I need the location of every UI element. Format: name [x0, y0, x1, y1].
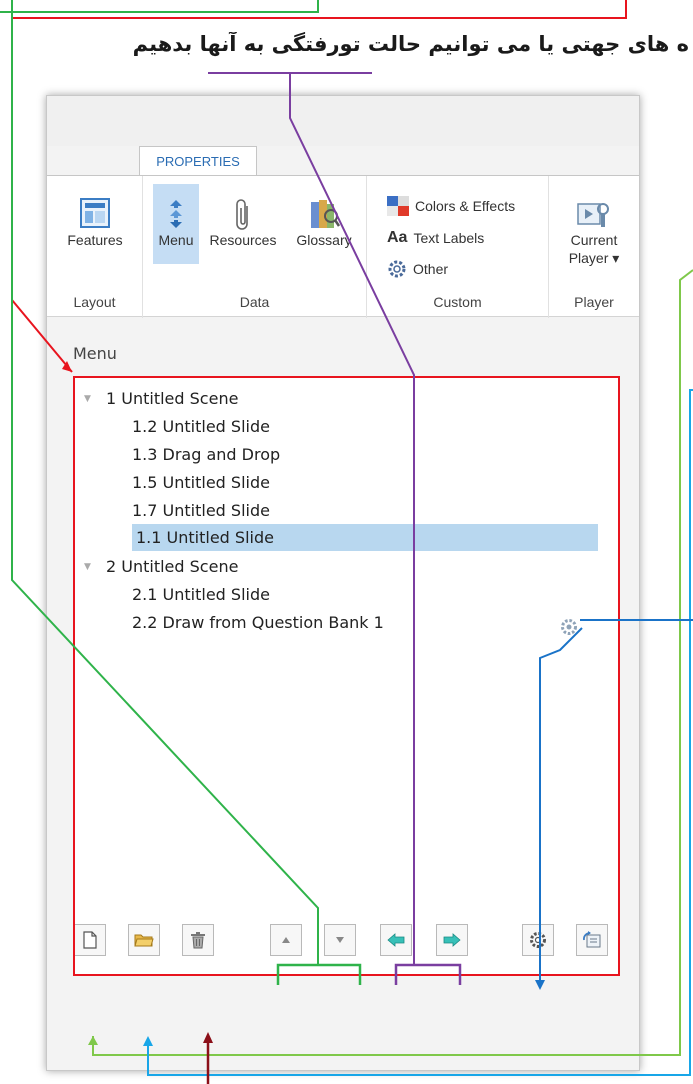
expand-triangle-icon[interactable]: ▼	[84, 562, 106, 572]
glossary-label: Glossary	[296, 232, 352, 248]
reset-icon	[583, 931, 601, 948]
tree-item-label: 2.2 Draw from Question Bank 1	[132, 613, 384, 632]
colors-effects-label: Colors & Effects	[415, 198, 516, 214]
group-label-custom: Custom	[433, 294, 482, 310]
tree-item-slide-1-3[interactable]: 1.3 Drag and Drop	[132, 441, 280, 468]
arrow-right-icon	[443, 933, 461, 947]
triangle-down-icon	[336, 937, 344, 943]
expand-triangle-icon[interactable]: ▼	[84, 394, 106, 404]
panel-header-area	[47, 96, 639, 146]
tree-item-label: 1.1 Untitled Slide	[136, 528, 274, 547]
text-labels-button[interactable]: Aa Text Labels	[387, 223, 484, 253]
text-labels-label: Text Labels	[413, 230, 485, 246]
tree-item-label: 2.1 Untitled Slide	[132, 585, 270, 604]
tree-item-label: 1.5 Untitled Slide	[132, 473, 270, 492]
outdent-button[interactable]	[380, 924, 412, 956]
reset-button[interactable]	[576, 924, 608, 956]
text-labels-icon: Aa	[387, 229, 408, 246]
glossary-button[interactable]: Glossary	[287, 184, 361, 264]
new-page-icon	[83, 931, 97, 949]
ribbon-group-layout: Features Layout	[47, 176, 143, 318]
paperclip-icon	[236, 199, 248, 230]
menu-icon	[170, 200, 182, 228]
move-down-button[interactable]	[324, 924, 356, 956]
current-player-icon	[577, 203, 609, 227]
glossary-book-icon	[311, 200, 341, 228]
tree-item-question-bank[interactable]: 2.2 Draw from Question Bank 1	[132, 609, 384, 636]
settings-button[interactable]	[522, 924, 554, 956]
features-label: Features	[67, 232, 123, 248]
tree-item-label: 1.7 Untitled Slide	[132, 501, 270, 520]
gear-icon	[530, 932, 546, 948]
ribbon-group-player: Current Player ▾ Player	[549, 176, 639, 318]
current-player-label-2: Player ▾	[568, 250, 620, 266]
current-player-button[interactable]: Current Player ▾	[559, 184, 629, 266]
features-button[interactable]: Features	[55, 184, 135, 264]
question-bank-gear-icon[interactable]	[560, 618, 578, 636]
tree-item-slide-1-7[interactable]: 1.7 Untitled Slide	[132, 497, 270, 524]
tree-item-label: 1 Untitled Scene	[106, 389, 239, 408]
tree-item-label: 1.3 Drag and Drop	[132, 445, 281, 464]
menu-section-title: Menu	[73, 344, 117, 363]
tab-properties[interactable]: PROPERTIES	[139, 146, 257, 176]
delete-button[interactable]	[182, 924, 214, 956]
arrow-left-icon	[387, 933, 405, 947]
ribbon-group-data: Menu Resources Glossary Data	[143, 176, 367, 318]
menu-button[interactable]: Menu	[153, 184, 199, 264]
colors-effects-icon	[387, 196, 409, 216]
new-item-button[interactable]	[74, 924, 106, 956]
gear-icon	[388, 260, 406, 278]
open-folder-button[interactable]	[128, 924, 160, 956]
folder-icon	[134, 934, 154, 947]
current-player-label-1: Current	[570, 232, 618, 248]
tree-item-slide-1-5[interactable]: 1.5 Untitled Slide	[132, 469, 270, 496]
tree-item-slide-1-1-selected[interactable]: 1.1 Untitled Slide	[132, 524, 598, 551]
group-label-player: Player	[574, 294, 614, 310]
annotation-frame-red-top	[11, 0, 627, 19]
ribbon-group-custom: Colors & Effects Aa Text Labels Other Cu…	[367, 176, 549, 318]
resources-button[interactable]: Resources	[201, 184, 285, 264]
move-up-button[interactable]	[270, 924, 302, 956]
tree-item-scene-2[interactable]: ▼ 2 Untitled Scene	[84, 553, 238, 580]
tree-item-label: 1.2 Untitled Slide	[132, 417, 270, 436]
group-label-data: Data	[239, 294, 270, 310]
tree-item-label: 2 Untitled Scene	[106, 557, 239, 576]
resources-label: Resources	[209, 232, 277, 248]
other-label: Other	[413, 261, 449, 277]
tree-item-slide-2-1[interactable]: 2.1 Untitled Slide	[132, 581, 270, 608]
colors-effects-button[interactable]: Colors & Effects	[387, 191, 515, 221]
menu-button-label: Menu	[158, 232, 194, 248]
indent-button[interactable]	[436, 924, 468, 956]
other-button[interactable]: Other	[387, 254, 448, 284]
tree-item-scene-1[interactable]: ▼ 1 Untitled Scene	[84, 385, 238, 412]
annotation-line-green-top	[0, 0, 319, 13]
trash-icon	[191, 932, 205, 949]
ribbon: Features Layout Menu Resources Glossary …	[47, 175, 639, 318]
triangle-up-icon	[282, 937, 290, 943]
caption-text: ه های جهتی یا می توانیم حالت تورفتگی به …	[132, 32, 689, 56]
tree-item-slide-1-2[interactable]: 1.2 Untitled Slide	[132, 413, 270, 440]
group-label-layout: Layout	[73, 294, 116, 310]
menu-tree: ▼ 1 Untitled Scene 1.2 Untitled Slide 1.…	[73, 377, 619, 975]
features-icon	[80, 198, 110, 228]
